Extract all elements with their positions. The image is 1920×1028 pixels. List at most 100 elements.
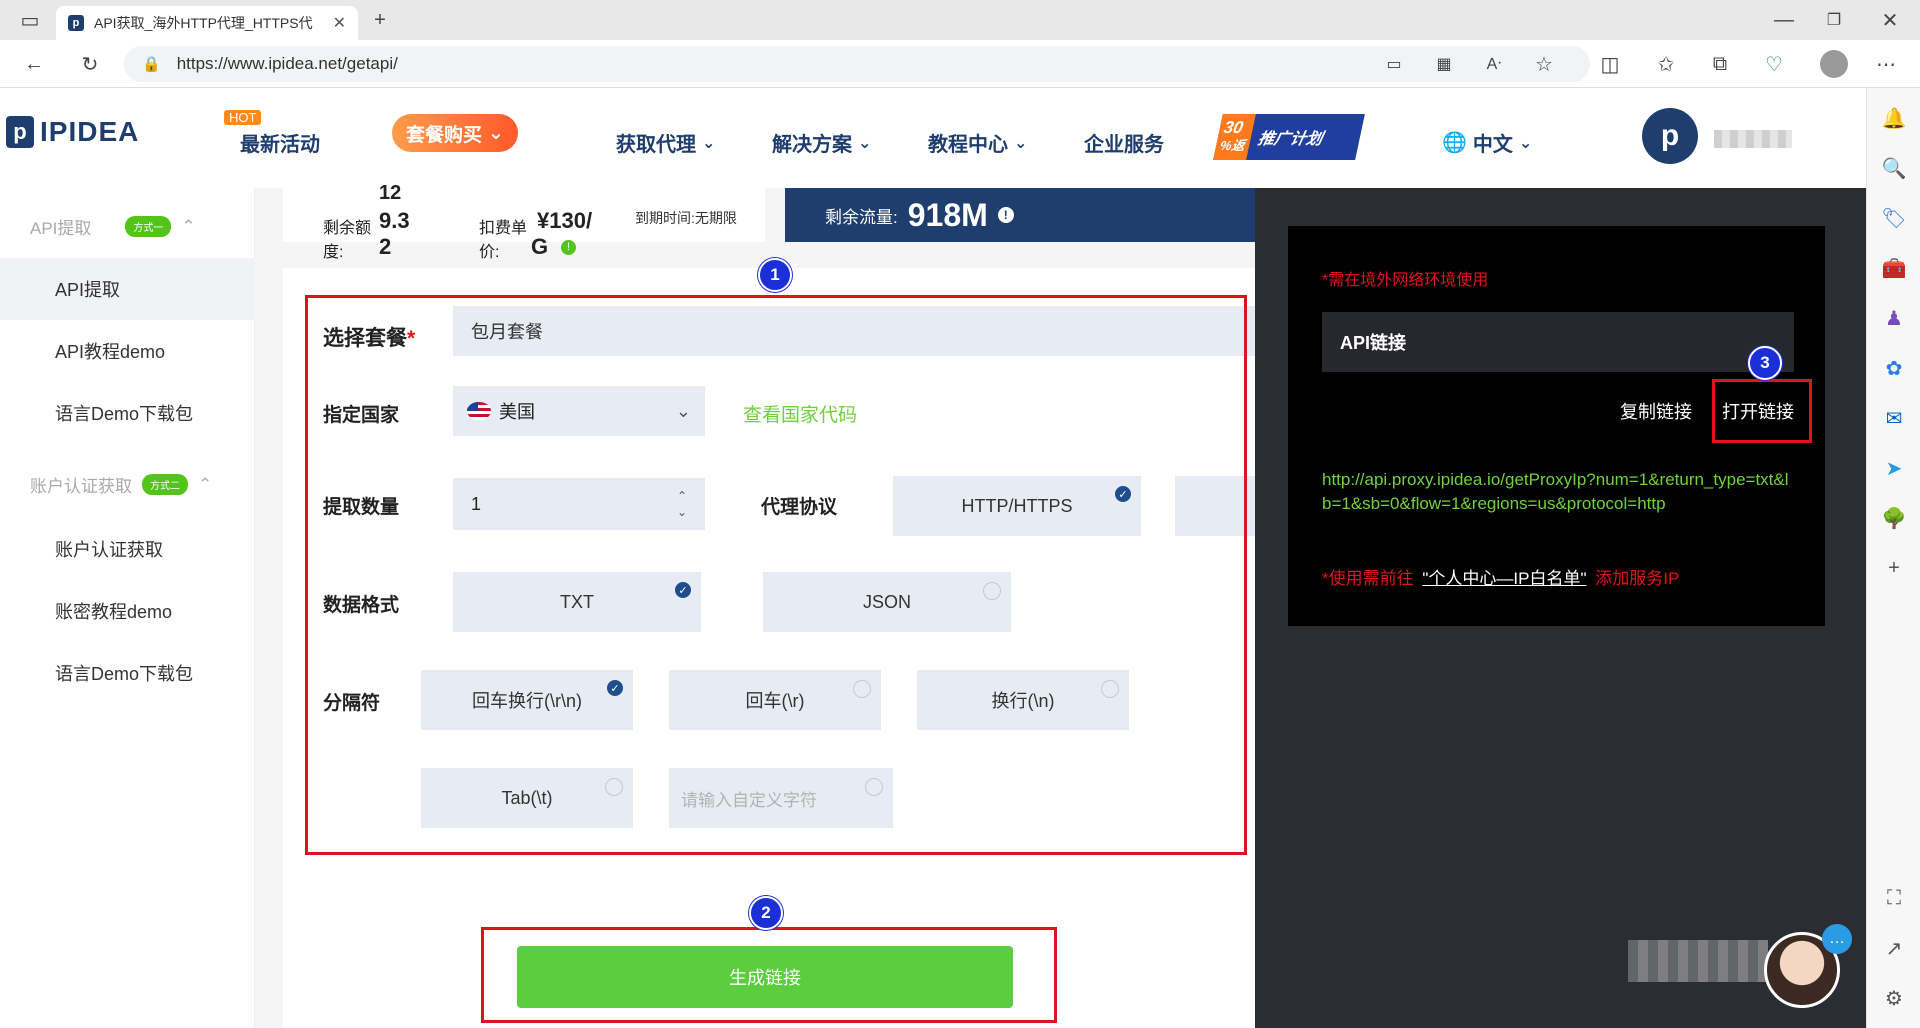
outlook-icon[interactable]: ✉	[1880, 404, 1908, 432]
api-url-text[interactable]: http://api.proxy.ipidea.io/getProxyIp?nu…	[1322, 468, 1792, 516]
url-text: https://www.ipidea.net/getapi/	[176, 54, 398, 73]
screenshot-icon[interactable]: ⛶	[1880, 884, 1908, 912]
traffic-label: 剩余流量:	[825, 207, 898, 227]
logo-mark-icon: p	[6, 116, 34, 148]
sidebar-group-api-label: API提取	[30, 219, 92, 238]
site-header: p IPIDEA HOT 最新活动 套餐购买 ⌄ 获取代理 ⌄ 解决方案 ⌄ 教程中…	[0, 88, 1866, 188]
copilot-icon[interactable]: ✿	[1880, 354, 1908, 382]
browser-tab-bar: ▭ p API获取_海外HTTP代理_HTTPS代 ✕ + — ❐ ✕	[0, 0, 1920, 40]
tag-icon[interactable]: 🏷	[1880, 204, 1908, 232]
env-note: *需在境外网络环境使用	[1322, 272, 1489, 289]
more-menu-icon[interactable]: ⋯	[1872, 50, 1900, 78]
traffic-info-icon[interactable]: !	[997, 207, 1014, 223]
nav-tutorials[interactable]: 教程中心 ⌄	[928, 128, 1027, 157]
collections-icon[interactable]: ⧉	[1706, 50, 1734, 78]
browser-sidebar: 🔔 🔍 🏷 🧰 ♟ ✿ ✉ ➤ 🌳 + ⛶ ↗ ⚙	[1866, 88, 1920, 1028]
back-icon[interactable]: ←	[20, 50, 48, 78]
settings-gear-icon[interactable]: ⚙	[1880, 984, 1908, 1012]
chat-bubble-icon[interactable]: …	[1822, 924, 1852, 954]
open-external-icon[interactable]: ↗	[1880, 934, 1908, 962]
promo-percent: 30	[1222, 118, 1245, 137]
logo-text: IPIDEA	[40, 116, 140, 147]
info-green-icon[interactable]: !	[561, 240, 576, 255]
annotation-frame-1	[305, 295, 1247, 855]
balance-label-2: 度:	[323, 244, 344, 261]
user-avatar[interactable]: p	[1642, 108, 1698, 164]
account-stats-card: 12 剩余额 度: 9.3 2 扣费单 价: ¥130/ G ! 到期时间:无期…	[283, 182, 765, 261]
people-icon[interactable]: ♟	[1880, 304, 1908, 332]
blurred-chat-text	[1628, 940, 1768, 982]
annotation-frame-3	[1712, 379, 1812, 443]
package-buy-label: 套餐购买	[406, 124, 483, 146]
chevron-down-icon: ⌄	[858, 134, 872, 152]
left-sidebar: API提取 方式一 ⌃ API提取 API教程demo 语言Demo下载包 账户…	[0, 188, 303, 1028]
globe-icon: 🌐	[1442, 132, 1467, 154]
favorite-star-icon[interactable]: ☆	[1530, 50, 1558, 78]
api-link-header: API链接	[1322, 312, 1794, 372]
nav-latest-activity[interactable]: 最新活动	[240, 128, 320, 157]
chevron-down-icon: ⌄	[702, 134, 716, 152]
notification-bell-icon[interactable]: 🔔	[1880, 104, 1908, 132]
sidebar-group-account-label: 账户认证获取	[30, 477, 132, 496]
nav-get-proxy[interactable]: 获取代理 ⌄	[616, 128, 715, 157]
promo-label: 推广计划	[1256, 131, 1324, 148]
deduct-value-2: G	[531, 234, 549, 259]
url-field[interactable]: 🔒 https://www.ipidea.net/getapi/	[124, 46, 1590, 82]
apps-icon[interactable]: ▦	[1430, 50, 1458, 78]
cast-icon[interactable]: ▭	[1380, 50, 1408, 78]
send-icon[interactable]: ➤	[1880, 454, 1908, 482]
tab-title: API获取_海外HTTP代理_HTTPS代	[94, 15, 313, 31]
site-logo[interactable]: p IPIDEA	[6, 116, 139, 148]
lock-icon: 🔒	[142, 56, 161, 73]
split-screen-icon[interactable]: ◫	[1596, 50, 1624, 78]
annotation-step-3: 3	[1748, 346, 1782, 380]
tree-icon[interactable]: 🌳	[1880, 504, 1908, 532]
chevron-down-icon: ⌄	[1518, 134, 1533, 152]
sidebar-group-api[interactable]: API提取 方式一 ⌃	[30, 214, 196, 239]
promo-plan-banner[interactable]: 30 %返 推广计划	[1213, 114, 1365, 160]
chevron-up-icon: ⌃	[198, 474, 213, 494]
chevron-down-icon: ⌄	[488, 122, 504, 144]
copy-link-button[interactable]: 复制链接	[1620, 398, 1692, 424]
balance-label-1: 剩余额	[323, 220, 372, 237]
favorites-icon[interactable]: ✩	[1652, 50, 1680, 78]
browser-tab[interactable]: p API获取_海外HTTP代理_HTTPS代 ✕	[56, 6, 358, 40]
restore-icon[interactable]: ❐	[1820, 6, 1848, 34]
hot-badge: HOT	[224, 110, 262, 125]
traffic-value: 918M	[907, 196, 988, 233]
deduct-value-1: ¥130/	[537, 208, 593, 233]
sidebar-group-account[interactable]: 账户认证获取 方式二 ⌃	[30, 472, 212, 497]
annotation-step-1: 1	[758, 258, 792, 292]
new-tab-icon[interactable]: +	[366, 6, 394, 34]
chevron-down-icon: ⌄	[1014, 134, 1028, 152]
profile-avatar[interactable]	[1820, 50, 1848, 78]
close-window-icon[interactable]: ✕	[1876, 6, 1904, 34]
deduct-label-1: 扣费单	[479, 220, 528, 237]
close-tab-icon[interactable]: ✕	[333, 13, 346, 33]
promo-rebate: %返	[1218, 138, 1247, 153]
method-one-badge: 方式一	[125, 216, 172, 237]
nav-solutions[interactable]: 解决方案 ⌄	[772, 128, 871, 157]
annotation-step-2: 2	[749, 896, 783, 930]
tab-actions-icon[interactable]: ▭	[16, 6, 44, 34]
package-buy-button[interactable]: 套餐购买 ⌄	[392, 114, 518, 152]
add-icon[interactable]: +	[1880, 554, 1908, 582]
read-aloud-icon[interactable]: Aᐧ	[1480, 50, 1508, 78]
stats-top-number: 12	[379, 182, 402, 204]
toolbox-icon[interactable]: 🧰	[1880, 254, 1908, 282]
search-icon[interactable]: 🔍	[1880, 154, 1908, 182]
minimize-icon[interactable]: —	[1770, 6, 1798, 34]
method-two-badge: 方式二	[142, 474, 188, 495]
language-selector[interactable]: 🌐 中文 ⌄	[1442, 128, 1532, 157]
expire-text: 到期时间:无期限	[635, 210, 737, 226]
traffic-card: 剩余流量: 918M !	[785, 188, 1255, 242]
blurred-username	[1714, 130, 1792, 148]
refresh-icon[interactable]: ↻	[76, 50, 104, 78]
balance-value-1: 9.3	[379, 208, 410, 233]
site-favicon-icon: p	[68, 15, 84, 31]
whitelist-note: *使用需前往 "个人中心—IP白名单" 添加服务IP	[1322, 569, 1680, 588]
browser-essentials-icon[interactable]: ♡	[1760, 50, 1788, 78]
whitelist-link[interactable]: "个人中心—IP白名单"	[1422, 569, 1586, 588]
deduct-label-2: 价:	[479, 244, 500, 261]
nav-enterprise[interactable]: 企业服务	[1084, 128, 1164, 157]
